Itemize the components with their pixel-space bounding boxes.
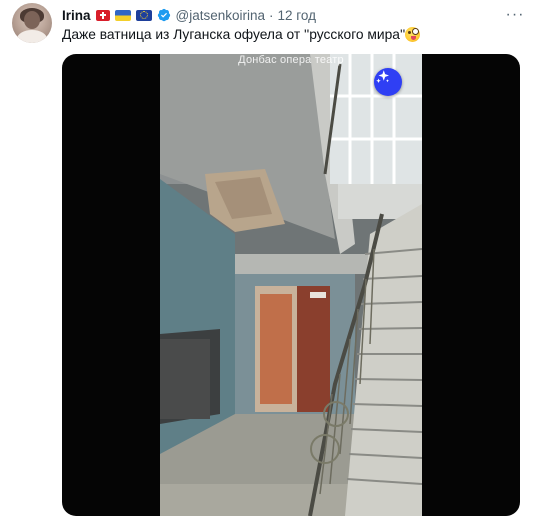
more-options-button[interactable]: ···: [503, 6, 527, 24]
avatar-shoulders: [17, 30, 47, 43]
timestamp[interactable]: 12 год: [278, 8, 316, 23]
swiss-flag-icon: [95, 9, 110, 21]
verified-badge-icon: [157, 8, 170, 22]
zany-face-emoji: [405, 27, 421, 42]
video-caption: Донбас опера театр: [238, 54, 344, 66]
video-frame[interactable]: Донбас опера театр: [160, 54, 422, 516]
video-still-stairwell: [160, 54, 422, 516]
tweet-header: Irina @jatsenkoirina · 12 год: [62, 6, 316, 24]
eu-flag-icon: [135, 9, 152, 21]
avatar[interactable]: [12, 3, 52, 43]
ukraine-flag-icon: [114, 9, 131, 21]
sparkles-icon: [376, 70, 389, 83]
avatar-face: [24, 11, 40, 29]
video-player[interactable]: Донбас опера театр: [62, 54, 520, 516]
tweet-text: Даже ватница из Луганска офуела от ''рус…: [62, 27, 421, 42]
handle[interactable]: @jatsenkoirina: [176, 8, 266, 23]
display-name[interactable]: Irina: [62, 8, 91, 23]
tweet-text-body: Даже ватница из Луганска офуела от ''рус…: [62, 27, 406, 42]
separator-dot: ·: [269, 7, 274, 23]
tweet[interactable]: Irina @jatsenkoirina · 12 год ··· Даже в…: [0, 0, 533, 529]
sparkles-button[interactable]: [374, 68, 402, 96]
